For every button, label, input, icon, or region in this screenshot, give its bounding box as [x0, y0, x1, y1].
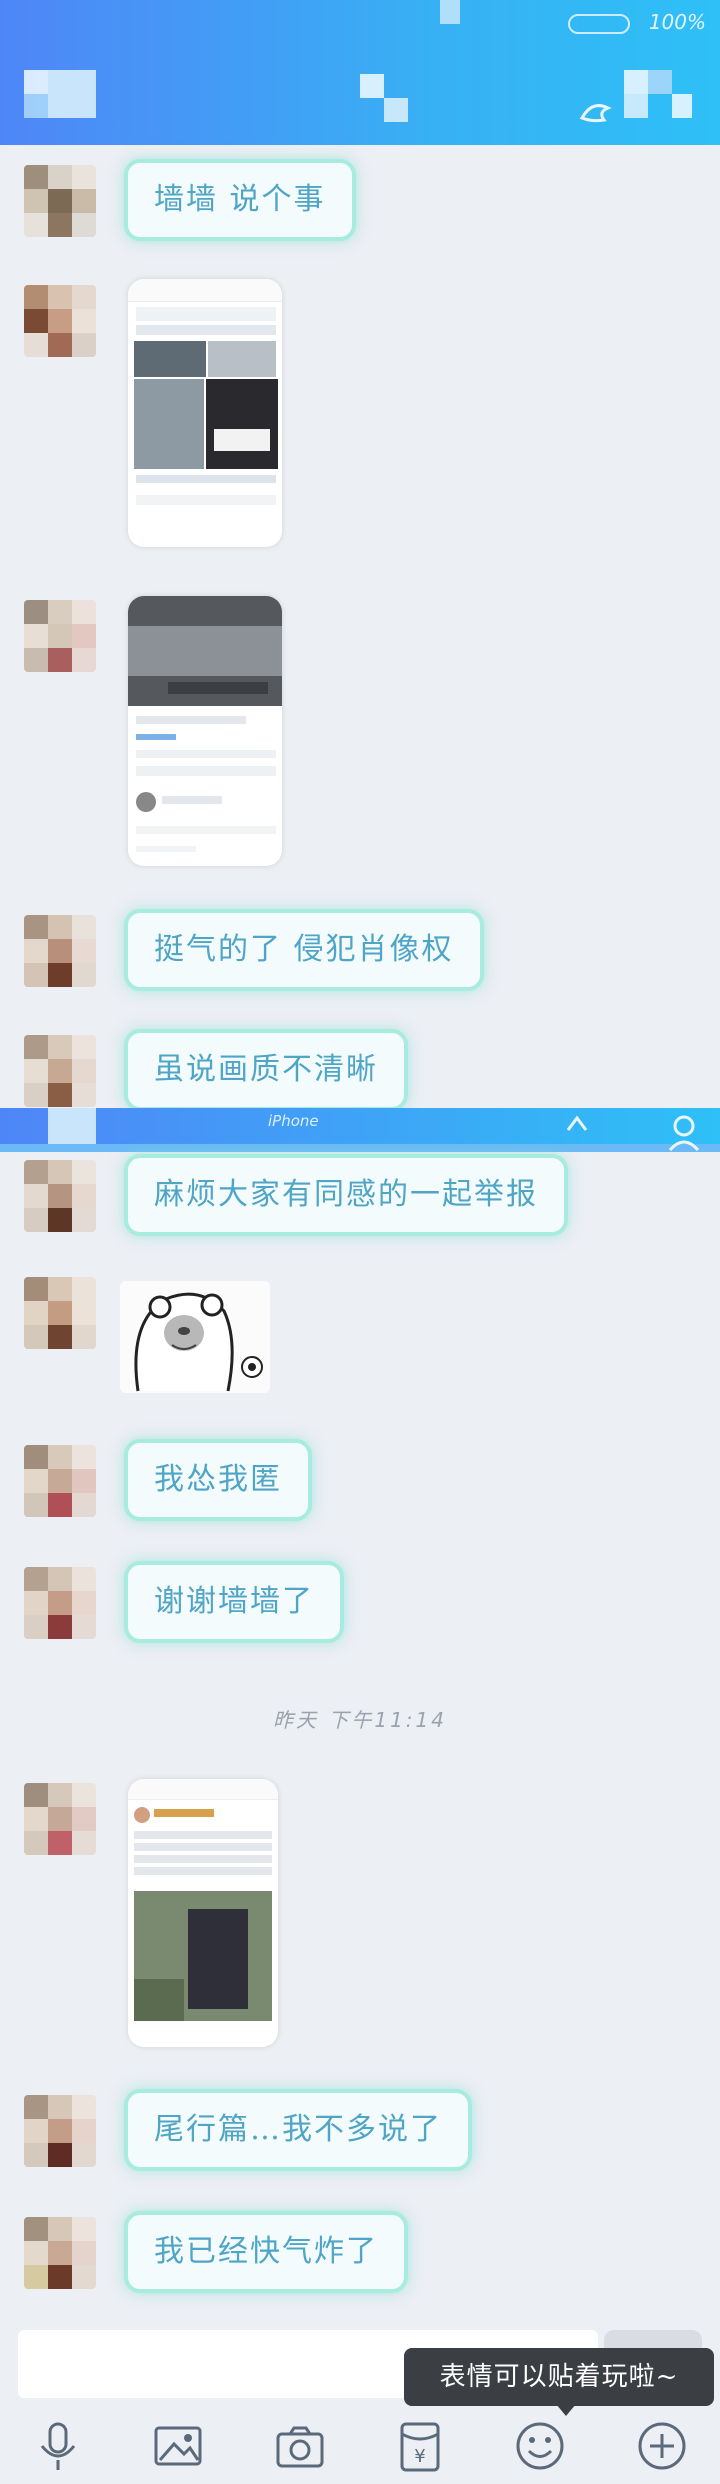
- message-bubble[interactable]: 墙墙 说个事: [124, 159, 356, 241]
- message-row: 挺气的了 侵犯肖像权: [0, 909, 720, 995]
- avatar[interactable]: [24, 2217, 96, 2289]
- message-row: 我已经快气炸了: [0, 2211, 720, 2297]
- avatar[interactable]: [24, 1277, 96, 1349]
- emoji-tip-tooltip: 表情可以贴着玩啦~: [404, 2348, 714, 2406]
- image-message[interactable]: [128, 1779, 278, 2047]
- title-blur: [360, 74, 384, 98]
- message-row: [0, 1277, 720, 1397]
- message-bubble[interactable]: 谢谢墙墙了: [124, 1561, 344, 1643]
- message-bubble[interactable]: 我怂我匿: [124, 1439, 312, 1521]
- profile-icon[interactable]: [578, 96, 628, 124]
- bear-sticker-icon: [120, 1281, 270, 1393]
- message-row: 尾行篇…我不多说了: [0, 2089, 720, 2175]
- microphone-icon[interactable]: [30, 2418, 86, 2474]
- overlay-title-bar-lower: [0, 1144, 720, 1152]
- message-bubble[interactable]: 我已经快气炸了: [124, 2211, 408, 2293]
- message-bubble[interactable]: 麻烦大家有同感的一起举报: [124, 1154, 568, 1236]
- message-row: 麻烦大家有同感的一起举报: [0, 1154, 720, 1240]
- message-row: 虽说画质不清晰: [0, 1029, 720, 1115]
- user-icon[interactable]: [662, 1112, 706, 1152]
- avatar[interactable]: [24, 1035, 96, 1107]
- chat-header: 100%: [0, 0, 720, 145]
- overlay-title-text: iPhone: [268, 1112, 319, 1130]
- svg-text:¥: ¥: [414, 2446, 425, 2467]
- timestamp: 昨天 下午11:14: [273, 1708, 447, 1732]
- message-row: 墙墙 说个事: [0, 159, 720, 255]
- overlay-blur: [48, 1108, 96, 1144]
- battery-level: 100%: [648, 10, 706, 34]
- title-blur: [384, 98, 408, 122]
- message-bubble[interactable]: 挺气的了 侵犯肖像权: [124, 909, 484, 991]
- message-row: [0, 279, 720, 547]
- avatar[interactable]: [24, 285, 96, 357]
- message-row: [0, 1779, 720, 2053]
- message-row: 谢谢墙墙了: [0, 1561, 720, 1647]
- avatar[interactable]: [24, 1567, 96, 1639]
- status-blur: [440, 0, 460, 24]
- sticker-message[interactable]: [120, 1281, 270, 1393]
- red-packet-icon[interactable]: ¥: [392, 2418, 448, 2474]
- avatar[interactable]: [24, 1783, 96, 1855]
- avatar[interactable]: [24, 2095, 96, 2167]
- avatar[interactable]: [24, 600, 96, 672]
- image-message[interactable]: [128, 279, 282, 547]
- overlay-title-bar: [0, 1108, 720, 1144]
- back-button[interactable]: [24, 70, 96, 118]
- image-icon[interactable]: [150, 2418, 206, 2474]
- chevron-up-icon[interactable]: [562, 1112, 592, 1136]
- message-row: [0, 596, 720, 870]
- message-bubble[interactable]: 尾行篇…我不多说了: [124, 2089, 472, 2171]
- message-bubble[interactable]: 虽说画质不清晰: [124, 1029, 408, 1111]
- avatar[interactable]: [24, 165, 96, 237]
- image-message[interactable]: [128, 596, 282, 866]
- input-toolbar: ¥: [0, 2412, 720, 2484]
- camera-icon[interactable]: [272, 2418, 328, 2474]
- battery-icon: [568, 14, 630, 34]
- message-row: 我怂我匿: [0, 1439, 720, 1525]
- avatar[interactable]: [24, 915, 96, 987]
- emoji-icon[interactable]: [512, 2418, 568, 2474]
- avatar[interactable]: [24, 1160, 96, 1232]
- plus-icon[interactable]: [634, 2418, 690, 2474]
- avatar[interactable]: [24, 1445, 96, 1517]
